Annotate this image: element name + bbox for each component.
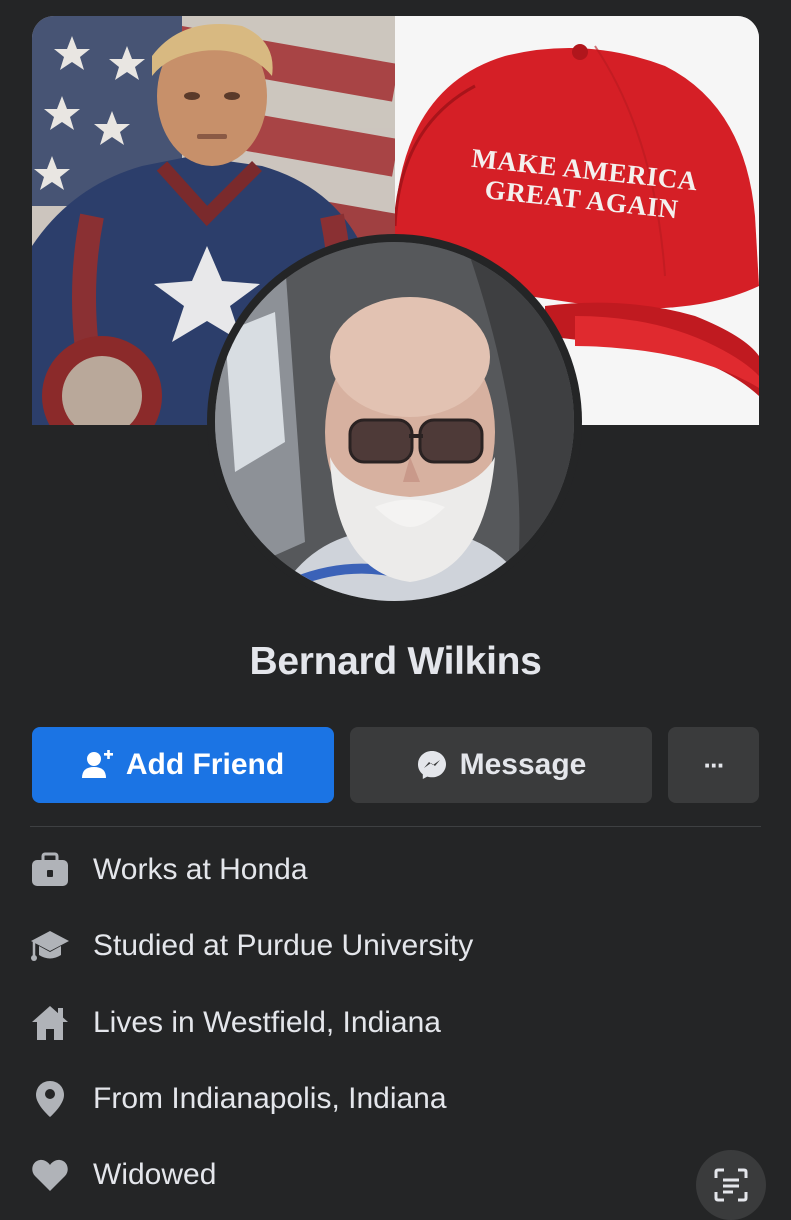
add-friend-button[interactable]: Add Friend: [32, 727, 334, 803]
detail-relationship[interactable]: Widowed: [0, 1150, 700, 1200]
message-label: Message: [459, 748, 587, 781]
avatar: [215, 242, 574, 601]
scan-text-icon: [714, 1168, 748, 1202]
heart-icon: [30, 1155, 70, 1195]
add-person-icon: [81, 750, 114, 780]
message-button[interactable]: Message: [350, 727, 652, 803]
home-icon: [30, 1003, 70, 1043]
live-text-button[interactable]: [696, 1150, 766, 1220]
detail-hometown[interactable]: From Indianapolis, Indiana: [0, 1074, 700, 1124]
graduation-cap-icon: [30, 926, 70, 966]
location-pin-icon: [30, 1079, 70, 1119]
detail-work[interactable]: Works at Honda: [0, 845, 700, 895]
divider: [30, 826, 761, 827]
more-options-button[interactable]: ···: [668, 727, 759, 803]
profile-name: Bernard Wilkins: [249, 640, 542, 683]
briefcase-icon: [30, 850, 70, 890]
detail-current-city-text: Lives in Westfield, Indiana: [93, 1006, 441, 1039]
more-options-label: ···: [703, 749, 726, 780]
detail-current-city[interactable]: Lives in Westfield, Indiana: [0, 998, 700, 1048]
messenger-icon: [416, 749, 448, 781]
detail-education-text: Studied at Purdue University: [93, 929, 474, 962]
detail-education[interactable]: Studied at Purdue University: [0, 921, 700, 971]
profile-picture[interactable]: [207, 234, 582, 609]
add-friend-label: Add Friend: [125, 748, 285, 781]
detail-work-text: Works at Honda: [93, 853, 308, 886]
detail-hometown-text: From Indianapolis, Indiana: [93, 1082, 447, 1115]
detail-relationship-text: Widowed: [93, 1158, 217, 1191]
